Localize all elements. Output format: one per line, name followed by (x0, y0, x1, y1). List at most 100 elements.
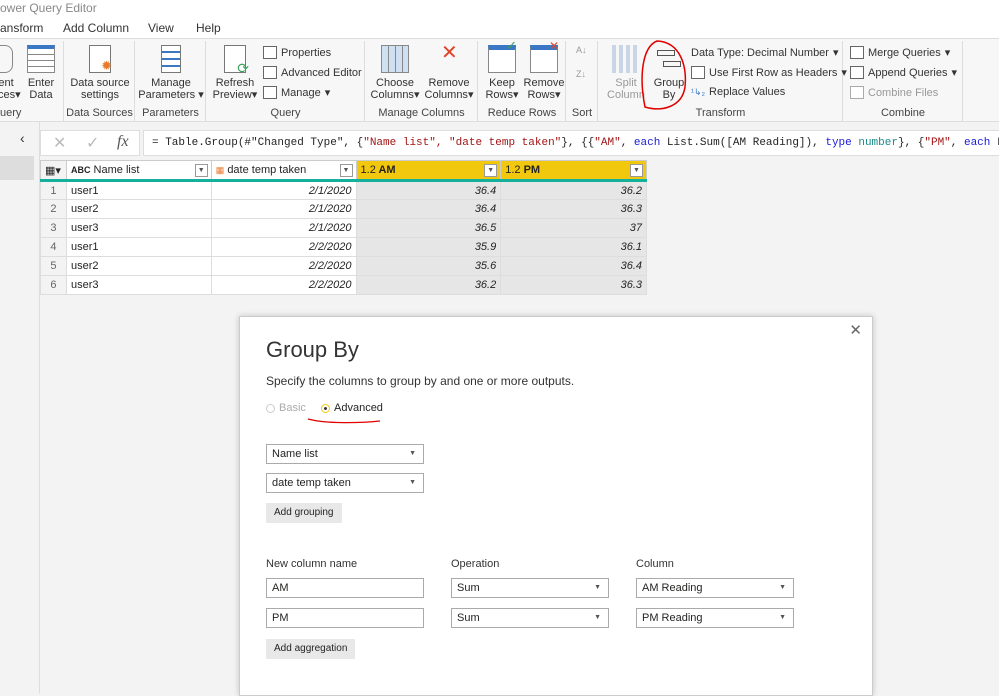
sort-ascending-icon[interactable]: A↓ (576, 45, 587, 55)
name-cell[interactable]: user2 (65, 256, 212, 276)
remove-columns-button[interactable]: ✕ Remove Columns▾ (422, 42, 476, 101)
am-cell[interactable]: 35.6 (355, 256, 502, 276)
pm-cell[interactable]: 36.3 (500, 275, 647, 295)
row-number[interactable]: 1 (40, 180, 67, 200)
manage-button[interactable]: Manage ▾ (263, 86, 330, 99)
collapse-chevron-icon[interactable]: ‹ (20, 130, 25, 146)
combine-files-button[interactable]: Combine Files (850, 86, 938, 99)
dropdown-arrow-icon: ▼ (409, 450, 416, 457)
new-column-name-input-1[interactable]: AM (266, 578, 424, 598)
dialog-title: Group By (266, 337, 359, 362)
queries-pane: ‹ (0, 122, 40, 693)
remove-rows-button[interactable]: ✕ Remove Rows▾ (523, 40, 565, 101)
column-header-name-list[interactable]: ABC Name list ▼ (65, 160, 212, 182)
operation-select-2[interactable]: Sum ▼ (451, 608, 609, 628)
group-label: Manage Columns (378, 107, 465, 119)
column-header-am[interactable]: 1.2 AM ▼ (355, 160, 502, 182)
date-cell[interactable]: 2/1/2020 (210, 180, 357, 200)
keep-rows-icon: ✓ (488, 39, 517, 73)
sort-descending-icon[interactable]: Z↓ (576, 69, 586, 79)
data-source-settings-button[interactable]: ✹ Data source settings (67, 45, 133, 101)
menu-view[interactable]: View (148, 21, 174, 35)
row-number[interactable]: 5 (40, 256, 67, 276)
table-row[interactable]: 1 user1 2/1/2020 36.4 36.2 (40, 180, 647, 200)
filter-dropdown-icon[interactable]: ▼ (194, 164, 208, 177)
add-grouping-button[interactable]: Add grouping (266, 503, 342, 523)
table-menu-icon[interactable]: ▦▾ (40, 160, 67, 182)
pm-cell[interactable]: 37 (500, 218, 647, 238)
group-transform: Split Column Group By Data Type: Decimal… (599, 40, 847, 121)
date-cell[interactable]: 2/1/2020 (210, 218, 357, 238)
filter-dropdown-icon[interactable]: ▼ (484, 164, 498, 177)
keep-rows-button[interactable]: ✓ Keep Rows▾ (483, 39, 521, 101)
date-cell[interactable]: 2/2/2020 (210, 256, 357, 276)
am-cell[interactable]: 35.9 (355, 237, 502, 257)
remove-columns-icon: ✕ (441, 42, 458, 64)
close-icon[interactable]: ✕ (849, 321, 862, 339)
table-row[interactable]: 3 user3 2/1/2020 36.5 37 (40, 218, 647, 238)
selected-query-item[interactable] (0, 156, 34, 180)
grouping-select-2[interactable]: date temp taken ▼ (266, 473, 424, 493)
grouping-select-1[interactable]: Name list ▼ (266, 444, 424, 464)
menu-add-column[interactable]: Add Column (63, 21, 129, 35)
new-column-name-input-2[interactable]: PM (266, 608, 424, 628)
recent-sources-button[interactable]: ent ces▾ (0, 45, 21, 101)
refresh-preview-button[interactable]: ⟳ Refresh Preview▾ (211, 45, 259, 101)
radio-basic[interactable]: Basic (266, 402, 306, 414)
row-number[interactable]: 4 (40, 237, 67, 257)
properties-button[interactable]: Properties (263, 46, 331, 59)
dialog-subtitle: Specify the columns to group by and one … (266, 374, 575, 388)
operation-select-1[interactable]: Sum ▼ (451, 578, 609, 598)
pm-cell[interactable]: 36.4 (500, 256, 647, 276)
group-label: Parameters (142, 107, 199, 119)
replace-values-button[interactable]: ¹↳₂ Replace Values (691, 86, 785, 98)
pm-cell[interactable]: 36.3 (500, 199, 647, 219)
name-cell[interactable]: user1 (65, 180, 212, 200)
menu-help[interactable]: Help (196, 21, 221, 35)
append-queries-button[interactable]: Append Queries ▾ (850, 66, 957, 79)
advanced-editor-button[interactable]: Advanced Editor (263, 66, 362, 79)
choose-columns-button[interactable]: Choose Columns▾ (370, 45, 420, 101)
pm-cell[interactable]: 36.1 (500, 237, 647, 257)
formula-input[interactable]: = Table.Group(#"Changed Type", {"Name li… (143, 130, 999, 156)
filter-dropdown-icon[interactable]: ▼ (339, 164, 353, 177)
name-cell[interactable]: user1 (65, 237, 212, 257)
am-cell[interactable]: 36.2 (355, 275, 502, 295)
date-cell[interactable]: 2/2/2020 (210, 275, 357, 295)
row-number[interactable]: 2 (40, 199, 67, 219)
table-row[interactable]: 5 user2 2/2/2020 35.6 36.4 (40, 256, 647, 276)
add-aggregation-button[interactable]: Add aggregation (266, 639, 356, 659)
row-number[interactable]: 6 (40, 275, 67, 295)
column-header-date[interactable]: ▦ date temp taken ▼ (210, 160, 357, 182)
am-cell[interactable]: 36.4 (355, 180, 502, 200)
merge-queries-button[interactable]: Merge Queries ▾ (850, 46, 950, 59)
radio-advanced[interactable]: Advanced (321, 402, 383, 414)
cancel-icon[interactable]: ✕ (53, 133, 66, 153)
column-select-1[interactable]: AM Reading ▼ (636, 578, 794, 598)
use-first-row-headers-button[interactable]: Use First Row as Headers ▾ (691, 66, 847, 79)
table-row[interactable]: 6 user3 2/2/2020 36.2 36.3 (40, 275, 647, 295)
name-cell[interactable]: user3 (65, 218, 212, 238)
am-cell[interactable]: 36.5 (355, 218, 502, 238)
filter-dropdown-icon[interactable]: ▼ (630, 164, 643, 177)
red-underline-annotation (307, 418, 381, 424)
am-cell[interactable]: 36.4 (355, 199, 502, 219)
date-cell[interactable]: 2/1/2020 (210, 199, 357, 219)
row-number[interactable]: 3 (40, 218, 67, 238)
table-row[interactable]: 2 user2 2/1/2020 36.4 36.3 (40, 199, 647, 219)
name-cell[interactable]: user3 (65, 275, 212, 295)
pm-cell[interactable]: 36.2 (500, 180, 647, 200)
fx-icon[interactable]: fx (117, 133, 129, 151)
enter-data-button[interactable]: Enter Data (24, 45, 58, 101)
manage-icon (263, 86, 277, 99)
table-row[interactable]: 4 user1 2/2/2020 35.9 36.1 (40, 237, 647, 257)
column-select-2[interactable]: PM Reading ▼ (636, 608, 794, 628)
date-cell[interactable]: 2/2/2020 (210, 237, 357, 257)
manage-parameters-button[interactable]: Manage Parameters ▾ (138, 45, 204, 101)
column-header-pm[interactable]: 1.2 PM ▼ (500, 160, 647, 182)
name-cell[interactable]: user2 (65, 199, 212, 219)
confirm-icon[interactable]: ✓ (86, 133, 99, 153)
menu-transform[interactable]: ansform (0, 21, 43, 35)
new-column-name-label: New column name (266, 558, 358, 570)
data-type-dropdown[interactable]: Data Type: Decimal Number ▾ (691, 46, 839, 60)
